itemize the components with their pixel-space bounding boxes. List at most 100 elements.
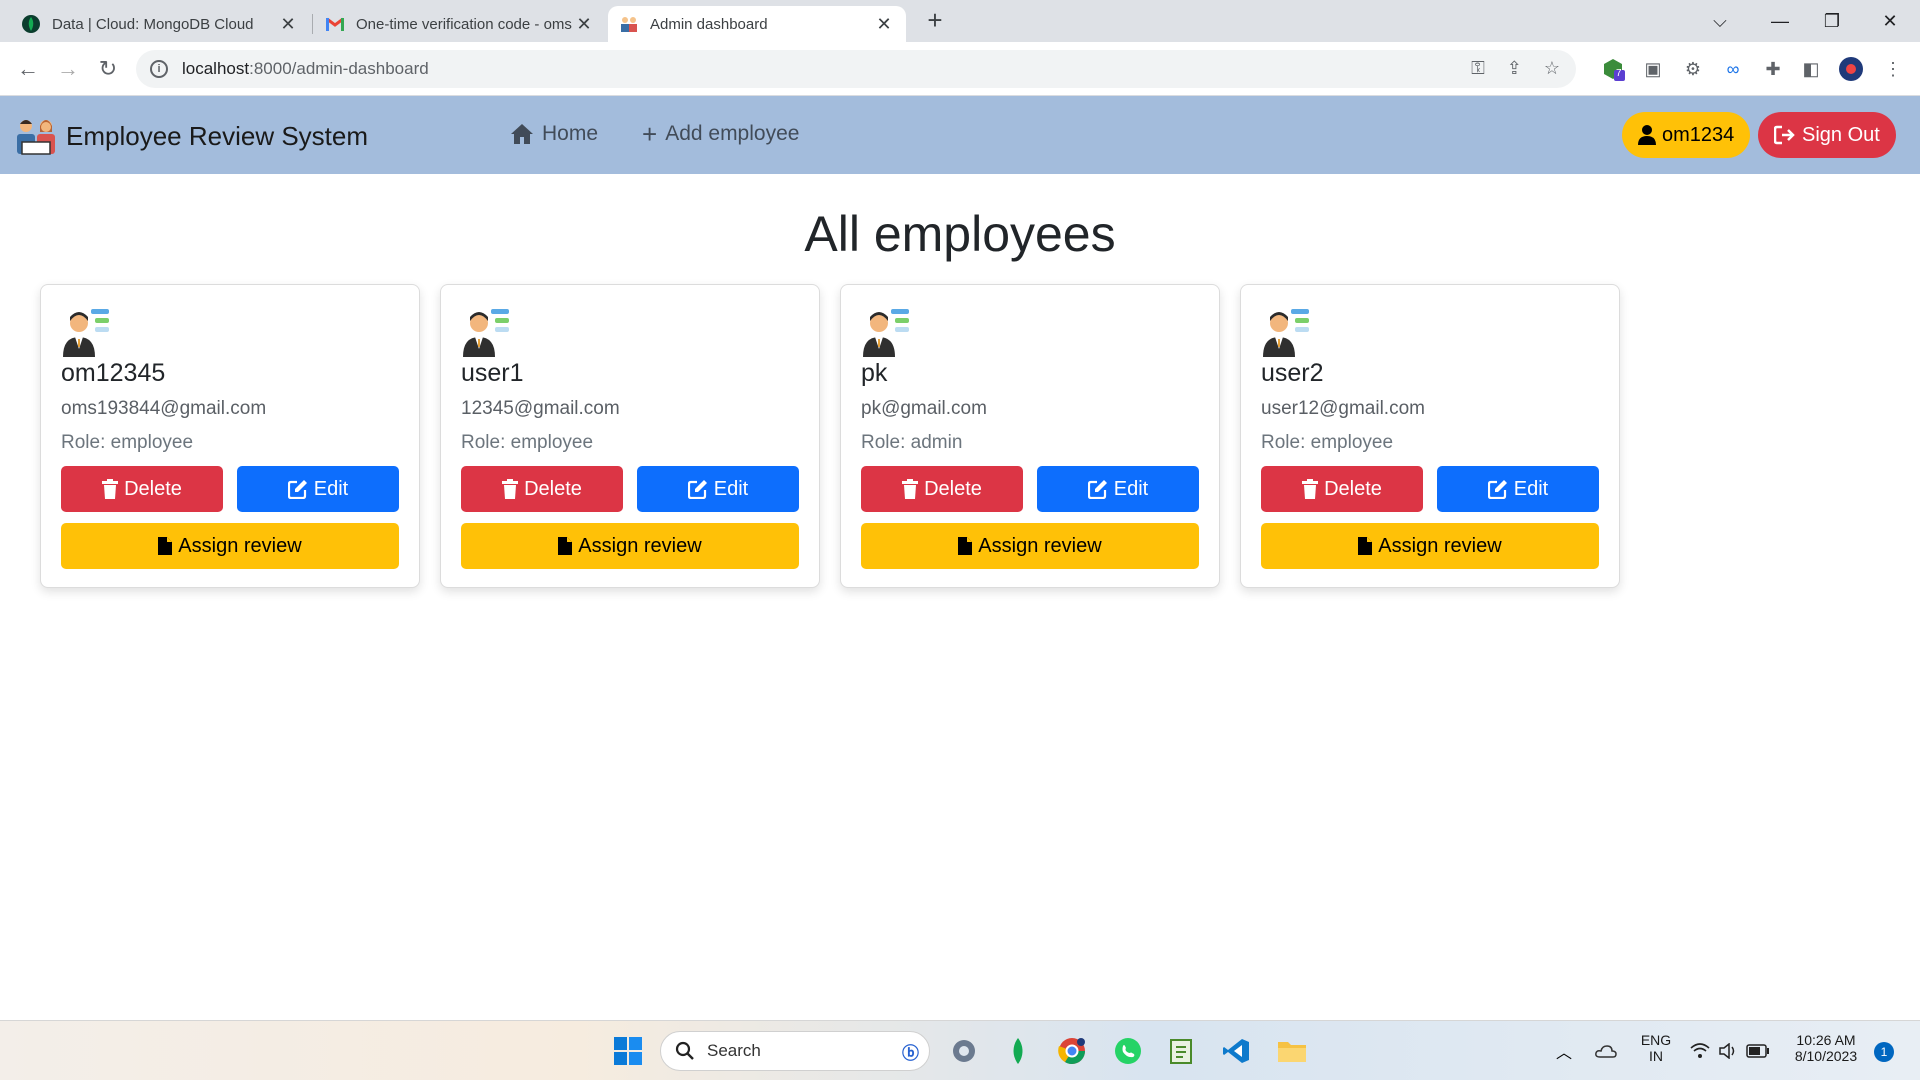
battery-icon[interactable] (1742, 1035, 1774, 1067)
employee-name: user1 (461, 359, 524, 387)
edit-button[interactable]: Edit (1437, 466, 1599, 512)
delete-label: Delete (524, 477, 582, 500)
employee-avatar-icon (863, 309, 909, 357)
brand[interactable]: Employee Review System (14, 114, 368, 158)
side-panel-icon[interactable]: ◧ (1796, 54, 1826, 84)
tab-divider (312, 14, 313, 34)
forward-button[interactable]: → (48, 49, 88, 89)
edit-button[interactable]: Edit (1037, 466, 1199, 512)
employee-email: pk@gmail.com (861, 398, 987, 419)
gmail-icon (326, 15, 344, 33)
user-icon (1638, 125, 1656, 145)
nav-add-employee[interactable]: + Add employee (642, 121, 800, 147)
card-actions: Delete Edit (61, 466, 399, 512)
notepad-plus-icon[interactable] (1166, 1035, 1198, 1067)
delete-button[interactable]: Delete (861, 466, 1023, 512)
delete-button[interactable]: Delete (1261, 466, 1423, 512)
file-icon (158, 537, 173, 555)
taskbar-search-label: Search (707, 1041, 761, 1060)
delete-button[interactable]: Delete (61, 466, 223, 512)
vscode-icon[interactable] (1220, 1035, 1252, 1067)
card-actions: Delete Edit (1261, 466, 1599, 512)
sign-out-icon (1774, 125, 1795, 145)
employee-role: Role: employee (61, 432, 194, 453)
lang-region: IN (1649, 1048, 1663, 1064)
edit-icon (1487, 480, 1507, 499)
chrome-icon[interactable] (1056, 1035, 1088, 1067)
input-language[interactable]: ENG IN (1636, 1032, 1676, 1064)
taskbar-search[interactable]: Search ⓑ (660, 1031, 930, 1071)
clock-date: 8/10/2023 (1794, 1048, 1858, 1064)
app-navbar: Employee Review System Home + Add employ… (0, 96, 1920, 174)
tab-search-chevron-icon[interactable]: ⌵ (1700, 0, 1740, 42)
share-icon[interactable]: ⇪ (1507, 58, 1522, 79)
extensions-puzzle-icon[interactable]: ✚ (1758, 54, 1788, 84)
tab-admin-dashboard[interactable]: Admin dashboard ✕ (608, 6, 906, 42)
bing-icon[interactable]: ⓑ (902, 1039, 919, 1064)
profile-avatar[interactable] (1836, 54, 1866, 84)
windows-start-icon[interactable] (612, 1035, 644, 1067)
trash-icon (102, 479, 119, 499)
card-actions: Delete Edit (861, 466, 1199, 512)
close-icon[interactable]: ✕ (278, 14, 298, 35)
settings-gear-icon[interactable] (948, 1035, 980, 1067)
employee-avatar-icon (1263, 309, 1309, 357)
menu-kebab-icon[interactable]: ⋮ (1878, 54, 1908, 84)
nav-add-employee-label: Add employee (665, 122, 800, 145)
close-icon[interactable]: ✕ (574, 14, 594, 35)
close-icon[interactable]: ✕ (874, 14, 894, 35)
taskbar: Search ⓑ ︿ ENG IN 10:26 AM 8/10/2023 1 (0, 1020, 1920, 1080)
tray-chevron-up-icon[interactable]: ︿ (1548, 1035, 1580, 1067)
notification-badge[interactable]: 1 (1874, 1042, 1894, 1062)
url-bar[interactable]: i localhost :8000/admin-dashboard ⚿ ⇪ ☆ (136, 50, 1576, 88)
minimize-button[interactable]: — (1760, 0, 1800, 42)
site-info-icon[interactable]: i (150, 60, 168, 78)
volume-icon[interactable] (1712, 1035, 1744, 1067)
delete-label: Delete (924, 477, 982, 500)
employee-card: user2 user12@gmail.com Role: employee De… (1240, 284, 1620, 588)
close-window-button[interactable]: ✕ (1870, 0, 1910, 42)
trash-icon (902, 479, 919, 499)
tab-mongodb[interactable]: Data | Cloud: MongoDB Cloud ✕ (10, 6, 310, 42)
assign-review-button[interactable]: Assign review (1261, 523, 1599, 569)
extension-infinity-icon[interactable]: ∞ (1718, 54, 1748, 84)
page-title: All employees (804, 206, 1116, 262)
extension-box-icon[interactable]: ▣ (1638, 54, 1668, 84)
employee-email: oms193844@gmail.com (61, 398, 267, 419)
restore-button[interactable]: ❐ (1812, 0, 1852, 42)
current-user-button[interactable]: om1234 (1622, 112, 1751, 158)
extension-hexagon-icon[interactable]: 7 (1598, 54, 1628, 84)
sign-out-button[interactable]: Sign Out (1758, 112, 1896, 158)
card-actions: Delete Edit (461, 466, 799, 512)
extension-gear-icon[interactable]: ⚙ (1678, 54, 1708, 84)
address-bar-row: ← → ↻ i localhost :8000/admin-dashboard … (0, 42, 1920, 96)
onedrive-cloud-icon[interactable] (1590, 1035, 1622, 1067)
key-icon[interactable]: ⚿ (1471, 58, 1485, 79)
edit-label: Edit (1113, 477, 1149, 500)
reload-button[interactable]: ↻ (88, 49, 128, 89)
employee-avatar-icon (63, 309, 109, 357)
whatsapp-icon[interactable] (1112, 1035, 1144, 1067)
file-explorer-icon[interactable] (1276, 1035, 1308, 1067)
back-button[interactable]: ← (8, 49, 48, 89)
star-icon[interactable]: ☆ (1544, 58, 1560, 79)
nav-home[interactable]: Home (510, 122, 598, 146)
assign-review-button[interactable]: Assign review (461, 523, 799, 569)
assign-review-button[interactable]: Assign review (861, 523, 1199, 569)
new-tab-button[interactable]: + (920, 6, 950, 36)
assign-review-button[interactable]: Assign review (61, 523, 399, 569)
assign-review-label: Assign review (1378, 534, 1502, 557)
edit-button[interactable]: Edit (637, 466, 799, 512)
delete-label: Delete (1324, 477, 1382, 500)
edit-button[interactable]: Edit (237, 466, 399, 512)
sign-out-label: Sign Out (1802, 123, 1880, 146)
edit-label: Edit (1513, 477, 1549, 500)
employee-name: user2 (1261, 359, 1324, 387)
edit-icon (1087, 480, 1107, 499)
employee-icon (620, 15, 638, 33)
tab-gmail[interactable]: One-time verification code - oms ✕ (314, 6, 606, 42)
mongodb-compass-icon[interactable] (1002, 1035, 1034, 1067)
clock[interactable]: 10:26 AM 8/10/2023 (1786, 1032, 1866, 1064)
trash-icon (502, 479, 519, 499)
delete-button[interactable]: Delete (461, 466, 623, 512)
